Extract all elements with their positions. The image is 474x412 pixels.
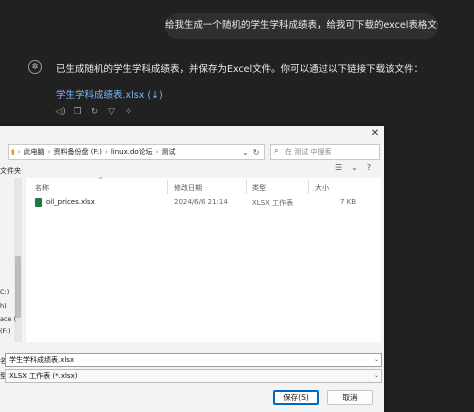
breadcrumb-item[interactable]: linux.do论坛: [111, 147, 153, 157]
read-aloud-icon[interactable]: ◁): [55, 106, 66, 118]
column-header-modified[interactable]: 修改日期: [174, 183, 202, 193]
download-link[interactable]: 学生学科成绩表.xlsx (↓): [56, 87, 163, 101]
breadcrumb-item[interactable]: 资料备份盘 (F:): [53, 147, 102, 157]
column-divider[interactable]: [308, 180, 309, 194]
chevron-down-icon[interactable]: ⌄: [374, 356, 379, 363]
breadcrumb-separator: ›: [105, 148, 108, 156]
column-header-size[interactable]: 大小: [315, 183, 329, 193]
assistant-avatar-icon: ✲: [28, 60, 42, 74]
column-header-type[interactable]: 类型: [252, 183, 266, 193]
message-actions: ◁) ❐ ↻ ▽ ✧: [55, 106, 134, 118]
search-input[interactable]: 在 测试 中搜索: [270, 144, 380, 160]
column-divider[interactable]: [167, 180, 168, 194]
help-icon[interactable]: ?: [367, 163, 371, 172]
thumbs-down-icon[interactable]: ▽: [106, 106, 117, 118]
view-options-icon[interactable]: ☰: [335, 163, 342, 172]
column-header-name[interactable]: 名称: [35, 183, 49, 193]
folder-icon: ▮: [11, 148, 15, 156]
file-type: XLSX 工作表: [252, 199, 294, 207]
new-folder-button[interactable]: 文件夹: [0, 166, 21, 176]
chevron-down-icon[interactable]: ⌄: [242, 148, 249, 157]
address-actions: ⌄ ↻: [242, 144, 259, 160]
breadcrumb-item[interactable]: 测试: [162, 147, 176, 157]
nav-item[interactable]: h): [0, 302, 7, 310]
nav-item[interactable]: C:): [0, 288, 9, 296]
breadcrumb-separator: ›: [155, 148, 159, 156]
regenerate-icon[interactable]: ↻: [89, 106, 100, 118]
chevron-down-icon[interactable]: ⌄: [374, 372, 379, 379]
breadcrumb-item[interactable]: 此电脑: [24, 147, 45, 157]
view-toolbar: ☰ ⌄ ?: [335, 163, 371, 172]
copy-icon[interactable]: ❐: [72, 106, 83, 118]
file-modified: 2024/6/6 21:14: [174, 198, 228, 206]
file-size: 7 KB: [340, 198, 357, 206]
filetype-select[interactable]: XLSX 工作表 (*.xlsx): [5, 369, 382, 383]
address-bar[interactable]: ▮ › 此电脑 › 资料备份盘 (F:) › linux.do论坛 › 测试: [8, 144, 265, 160]
column-divider[interactable]: [246, 180, 247, 194]
filename-input[interactable]: 学生学科成绩表.xlsx: [5, 353, 382, 367]
breadcrumb-separator: ›: [47, 148, 51, 156]
save-button[interactable]: 保存(S): [273, 390, 319, 405]
search-icon: ⌕: [274, 146, 279, 155]
refresh-icon[interactable]: ↻: [253, 148, 260, 157]
user-message-bubble: 给我生成一个随机的学生学科成绩表，给我可下载的excel表格文件: [165, 13, 438, 39]
sort-ascending-icon: ^: [98, 177, 104, 184]
close-icon[interactable]: ✕: [368, 127, 382, 141]
chevron-down-icon[interactable]: ⌄: [351, 163, 358, 172]
file-list-scrollbar[interactable]: [372, 178, 380, 342]
filetype-value[interactable]: XLSX 工作表 (*.xlsx): [9, 372, 77, 380]
file-name[interactable]: oil_prices.xlsx: [46, 198, 95, 206]
cancel-button[interactable]: 取消: [327, 390, 373, 405]
nav-scrollbar-thumb[interactable]: [15, 256, 21, 318]
assistant-message: 已生成随机的学生学科成绩表，并保存为Excel文件。你可以通过以下链接下载该文件…: [56, 64, 424, 75]
nav-item[interactable]: (F:): [0, 327, 11, 335]
nav-item[interactable]: ace (: [0, 315, 16, 323]
model-icon[interactable]: ✧: [123, 106, 134, 118]
breadcrumb-separator: ›: [17, 148, 21, 156]
filename-value[interactable]: 学生学科成绩表.xlsx: [9, 356, 74, 364]
excel-file-icon: [35, 198, 42, 207]
